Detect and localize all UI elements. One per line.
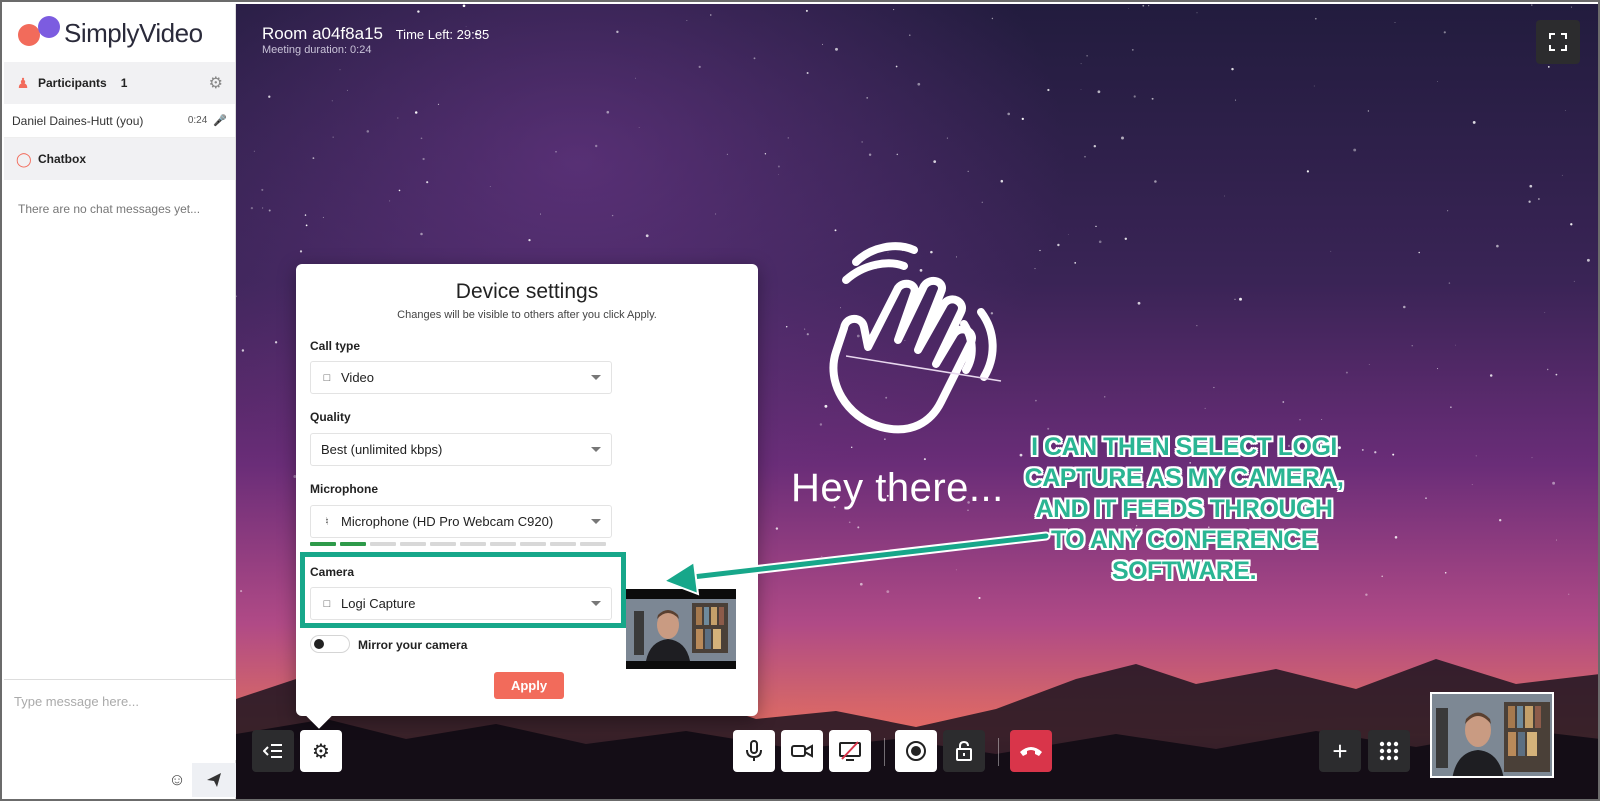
- mic-level-segment: [340, 542, 366, 546]
- gear-icon: ⚙: [312, 740, 330, 763]
- call-type-select[interactable]: □ Video: [310, 361, 612, 394]
- hang-up-icon: [1020, 747, 1042, 756]
- mic-level-segment: [310, 542, 336, 546]
- video-icon: □: [323, 371, 331, 384]
- collapse-sidebar-button[interactable]: [252, 730, 294, 772]
- screen-share-off-icon: [839, 741, 861, 761]
- microphone-button[interactable]: [733, 730, 775, 772]
- logo-icon: [18, 16, 62, 50]
- sidebar: SimplyVideo ♟ Participants 1 ⚙ Daniel Da…: [4, 4, 236, 799]
- participant-name: Daniel Daines-Hutt (you): [12, 113, 144, 128]
- app-window: SimplyVideo ♟ Participants 1 ⚙ Daniel Da…: [0, 0, 1600, 801]
- chat-composer: ☺: [4, 679, 236, 799]
- chatbox-label: Chatbox: [38, 152, 86, 166]
- mic-level-segment: [460, 542, 486, 546]
- mic-level-segment: [550, 542, 576, 546]
- annotation-text: i CAN THEN SELECT LOGI CAPTURE AS MY CAM…: [1024, 433, 1344, 585]
- speaker-icon: ♮: [325, 516, 329, 528]
- quality-value: Best (unlimited kbps): [321, 442, 443, 457]
- mic-level-segment: [520, 542, 546, 546]
- room-name: Room a04f8a15: [262, 24, 383, 43]
- mic-level-segment: [580, 542, 606, 546]
- chevron-down-icon: [591, 447, 601, 452]
- mic-level-segment: [400, 542, 426, 546]
- modal-subtitle: Changes will be visible to others after …: [397, 309, 657, 321]
- toolbar-separator: [884, 738, 885, 766]
- meeting-duration: Meeting duration: 0:24: [262, 44, 372, 56]
- camera-icon: [791, 744, 813, 758]
- chat-bubble-icon: ◯: [16, 150, 32, 167]
- fullscreen-button[interactable]: [1536, 20, 1580, 64]
- room-title: Room a04f8a15 Time Left: 29:35: [262, 24, 489, 44]
- emoji-icon[interactable]: ☺: [162, 765, 192, 795]
- fullscreen-icon: [1549, 33, 1567, 51]
- send-icon: [207, 773, 221, 787]
- apply-button[interactable]: Apply: [494, 672, 564, 699]
- microphone-value: Microphone (HD Pro Webcam C920): [341, 514, 554, 529]
- microphone-icon: 🎤: [213, 115, 227, 127]
- mirror-camera-label: Mirror your camera: [358, 638, 468, 652]
- quality-label: Quality: [310, 410, 351, 424]
- device-settings-modal: Device settings Changes will be visible …: [296, 264, 758, 716]
- chevron-down-icon: [591, 375, 601, 380]
- microphone-select[interactable]: ♮ Microphone (HD Pro Webcam C920): [310, 505, 612, 538]
- annotation-highlight-box: [300, 552, 626, 628]
- mic-level-segment: [430, 542, 456, 546]
- self-view-video[interactable]: [1430, 692, 1554, 778]
- logo: SimplyVideo: [4, 4, 235, 62]
- participant-row[interactable]: Daniel Daines-Hutt (you) 0:24 🎤: [4, 104, 235, 138]
- participants-count: 1: [120, 76, 128, 90]
- chevron-down-icon: [591, 519, 601, 524]
- chat-input[interactable]: [4, 680, 236, 760]
- camera-button[interactable]: [781, 730, 823, 772]
- mic-level-meter: [310, 542, 606, 546]
- waving-hand-icon: [829, 242, 997, 434]
- record-icon: [906, 741, 926, 761]
- logo-text: SimplyVideo: [64, 17, 203, 48]
- microphone-icon: [746, 740, 762, 761]
- collapse-sidebar-icon: [263, 744, 282, 758]
- participants-header[interactable]: ♟ Participants 1 ⚙: [4, 62, 235, 104]
- settings-button[interactable]: ⚙: [300, 730, 342, 772]
- grid-icon: [1379, 741, 1399, 761]
- mic-level-segment: [370, 542, 396, 546]
- chat-empty-message: There are no chat messages yet...: [18, 202, 201, 216]
- greeting-text: Hey there...: [791, 466, 1004, 510]
- time-left: Time Left: 29:35: [395, 27, 490, 42]
- lock-icon: [956, 740, 972, 761]
- gear-icon[interactable]: ⚙: [209, 73, 223, 93]
- send-button[interactable]: [192, 763, 236, 797]
- participant-time: 0:24: [187, 115, 208, 126]
- record-button[interactable]: [895, 730, 937, 772]
- people-icon: ♟: [16, 74, 30, 91]
- modal-title: Device settings: [455, 280, 599, 303]
- toolbar-separator: [998, 738, 999, 766]
- quality-select[interactable]: Best (unlimited kbps): [310, 433, 612, 466]
- screen-share-button[interactable]: [829, 730, 871, 772]
- plus-icon: +: [1332, 736, 1348, 766]
- layout-grid-button[interactable]: [1368, 730, 1410, 772]
- participants-label: Participants: [38, 76, 107, 90]
- camera-preview-image: [626, 589, 736, 669]
- call-type-label: Call type: [310, 339, 361, 353]
- add-participant-button[interactable]: +: [1319, 730, 1361, 772]
- mirror-camera-toggle[interactable]: [310, 635, 350, 653]
- mic-level-segment: [490, 542, 516, 546]
- chatbox-header[interactable]: ◯ Chatbox: [4, 138, 235, 180]
- video-stage: Room a04f8a15 Time Left: 29:35 Meeting d…: [236, 4, 1598, 799]
- decorative-line: [846, 355, 1002, 382]
- self-view-image: [1432, 694, 1552, 776]
- call-type-value: Video: [341, 370, 375, 385]
- hang-up-button[interactable]: [1010, 730, 1052, 772]
- lock-room-button[interactable]: [943, 730, 985, 772]
- microphone-label: Microphone: [310, 482, 378, 496]
- chat-actions: ☺: [162, 761, 236, 799]
- camera-preview: [626, 589, 736, 669]
